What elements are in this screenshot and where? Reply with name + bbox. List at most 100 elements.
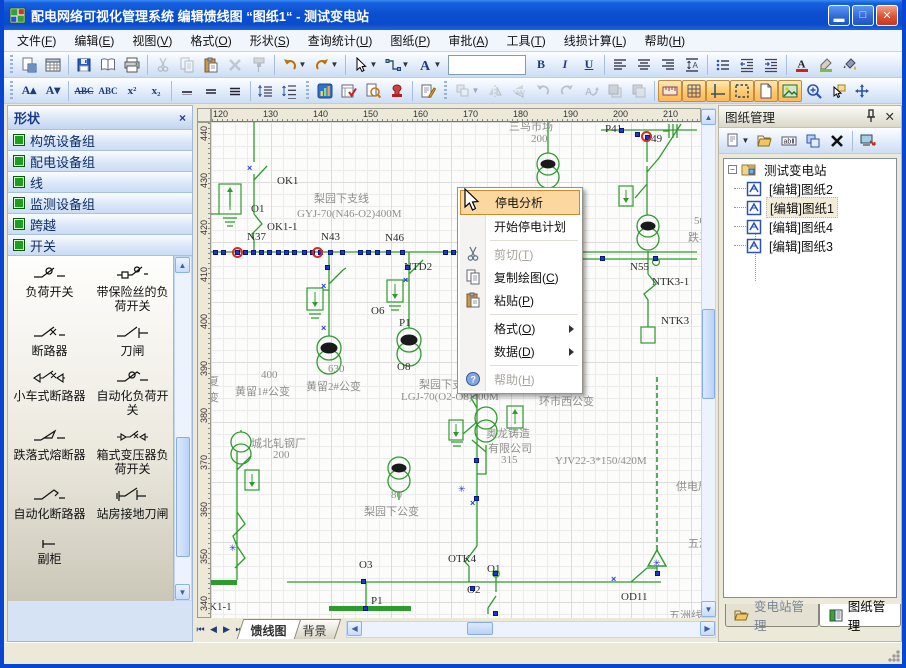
drawings-tree-open-button[interactable] — [753, 130, 777, 152]
shape-item-5[interactable]: 小车式断路器 — [8, 368, 91, 417]
selection-handle[interactable] — [361, 579, 366, 584]
selection-handle[interactable] — [243, 250, 248, 255]
diagram-canvas[interactable]: 三鸟市场200P41P49OK1O1OK1-1N37N43N46梨园下支线GYJ… — [211, 122, 701, 618]
scroll-thumb[interactable] — [176, 437, 190, 557]
canvas-vertical-scrollbar[interactable]: ▲ ▼ — [701, 108, 716, 618]
selection-handle[interactable] — [213, 250, 218, 255]
tree-item-4[interactable]: [编辑]图纸3 — [746, 237, 896, 254]
shapes-panel-close-icon[interactable]: × — [179, 111, 186, 125]
toolbar-chart-analysis-button[interactable] — [313, 80, 337, 102]
title-bar[interactable]: 配电网络可视化管理系统 编辑馈线图 “图纸1“ - 测试变电站 ▬ □ ✕ — [0, 0, 906, 30]
menu-item-格式[interactable]: 格式(O) — [181, 30, 240, 51]
canvas-horizontal-scrollbar[interactable]: ◀ ▶ — [346, 621, 716, 638]
shape-item-2[interactable]: 带保险丝的负荷开关 — [91, 264, 174, 313]
drawings-tree-delete-button[interactable] — [825, 130, 849, 152]
arrester-symbol[interactable] — [619, 186, 633, 206]
menu-item-视图[interactable]: 视图(V) — [123, 30, 181, 51]
toolbar-delete-button[interactable] — [223, 54, 247, 76]
menu-item-查询统计[interactable]: 查询统计(U) — [299, 30, 382, 51]
toolbar-font-color-button[interactable]: A — [790, 54, 814, 76]
toolbar-bullet-list-button[interactable] — [711, 54, 735, 76]
toolbar-grip[interactable] — [443, 81, 448, 101]
shape-item-9[interactable]: 自动化断路器 — [8, 486, 91, 521]
shape-item-7[interactable]: 跌落式熔断器 — [8, 427, 91, 476]
context-menu-item-剪切[interactable]: 剪切(T) — [460, 243, 580, 266]
context-menu-item-开始停电计划[interactable]: 开始停电计划 — [460, 215, 580, 238]
toolbar-form-check-button[interactable] — [337, 80, 361, 102]
toolbar-undo-button[interactable]: ▼ — [278, 54, 310, 76]
shapes-panel-header[interactable]: 形状 × — [8, 106, 192, 130]
feeder-line[interactable] — [233, 452, 251, 580]
toolbar-copy-button[interactable] — [175, 54, 199, 76]
shape-item-1[interactable]: 负荷开关 — [8, 264, 91, 313]
menu-item-图纸[interactable]: 图纸(P) — [381, 30, 439, 51]
sheet-tab-馈线图[interactable]: 馈线图 — [237, 619, 302, 639]
toolbar-rotate-left-button[interactable] — [531, 80, 555, 102]
arrester-symbol[interactable] — [387, 280, 403, 302]
toolbar-grid-button[interactable] — [682, 80, 706, 102]
toolbar-hline-double-button[interactable] — [199, 80, 223, 102]
toolbar-underline-button[interactable]: U — [577, 54, 601, 76]
toolbar-highlight-pen-button[interactable] — [814, 54, 838, 76]
toolbar-connector-tool-button[interactable]: ▼ — [381, 54, 413, 76]
arrester-symbol[interactable] — [245, 470, 259, 490]
tree-item-label[interactable]: [编辑]图纸3 — [766, 236, 836, 255]
arrester-symbol[interactable] — [449, 420, 463, 440]
tree-root-label[interactable]: 测试变电站 — [761, 160, 830, 179]
selection-handle[interactable] — [493, 611, 498, 616]
toolbar-new-drawing-button[interactable] — [17, 54, 41, 76]
toolbar-book-preview-button[interactable] — [96, 54, 120, 76]
canvas-scroll-down-icon[interactable]: ▼ — [701, 601, 716, 617]
toolbar-bold-button[interactable]: B — [529, 54, 553, 76]
sheet-nav-prev-button[interactable]: ◀ — [207, 620, 220, 638]
canvas-scroll-left-icon[interactable]: ◀ — [347, 621, 362, 636]
toolbar-ruler-button[interactable] — [658, 80, 682, 102]
shape-group-1[interactable]: 构筑设备组 — [8, 130, 192, 151]
toolbar-pointer-tool-button[interactable]: ▼ — [349, 54, 381, 76]
arrester-symbol[interactable] — [307, 288, 323, 310]
shape-item-3[interactable]: 断路器 — [8, 323, 91, 358]
transformer-symbol[interactable] — [637, 215, 659, 250]
toolbar-find-doc-button[interactable] — [361, 80, 385, 102]
selection-handle[interactable] — [600, 256, 605, 261]
toolbar-grip[interactable] — [9, 81, 14, 101]
toolbar-table-calculator-button[interactable] — [41, 54, 65, 76]
context-menu-item-帮助[interactable]: ?帮助(H) — [460, 368, 580, 391]
selection-handle[interactable] — [405, 265, 410, 270]
drawings-tree-export-button[interactable] — [856, 130, 880, 152]
context-menu-item-格式[interactable]: 格式(O) — [460, 317, 580, 340]
font-combo-box[interactable] — [448, 55, 526, 75]
toolbar-stamp-button[interactable] — [385, 80, 409, 102]
selection-handle[interactable] — [366, 250, 371, 255]
toolbar-grip[interactable] — [305, 81, 310, 101]
toolbar-strikethrough-button[interactable]: ABC — [72, 80, 96, 102]
close-button[interactable]: ✕ — [876, 5, 898, 26]
menu-item-编辑[interactable]: 编辑(E) — [65, 30, 123, 51]
selection-handle[interactable] — [619, 128, 624, 133]
selection-handle[interactable] — [292, 250, 297, 255]
toolbar-font-decrease-button[interactable]: A▾ — [41, 80, 65, 102]
selection-handle[interactable] — [325, 265, 330, 270]
menu-item-线损计算[interactable]: 线损计算(L) — [555, 30, 636, 51]
shape-group-3[interactable]: 线 — [8, 172, 192, 193]
toolbar-paste-button[interactable] — [199, 54, 223, 76]
selection-handle[interactable] — [302, 250, 307, 255]
drawings-panel-close-icon[interactable]: ✕ — [885, 109, 895, 124]
toolbar-redo-button[interactable]: ▼ — [310, 54, 342, 76]
canvas-scroll-right-icon[interactable]: ▶ — [700, 621, 715, 636]
toolbar-hline-single-button[interactable] — [175, 80, 199, 102]
toolbar-align-left-button[interactable] — [608, 54, 632, 76]
tree-item-label[interactable]: [编辑]图纸1 — [766, 197, 838, 218]
toolbar-smallcaps-button[interactable]: ABC — [96, 80, 120, 102]
toolbar-drag-prop-button[interactable] — [826, 80, 850, 102]
toolbar-outdent-button[interactable] — [735, 54, 759, 76]
toolbar-subscript-button[interactable]: x₂ — [144, 80, 168, 102]
resize-grip[interactable] — [888, 650, 900, 662]
shape-item-11[interactable]: 副柜 — [8, 531, 91, 566]
menu-item-帮助[interactable]: 帮助(H) — [635, 30, 694, 51]
drawings-tree-rename-button[interactable]: ab — [777, 130, 801, 152]
menu-item-文件[interactable]: 文件(F) — [8, 30, 65, 51]
selection-handle[interactable] — [653, 256, 658, 261]
shape-item-6[interactable]: 自动化负荷开关 — [91, 368, 174, 417]
toolbar-hline-triple-button[interactable] — [223, 80, 247, 102]
